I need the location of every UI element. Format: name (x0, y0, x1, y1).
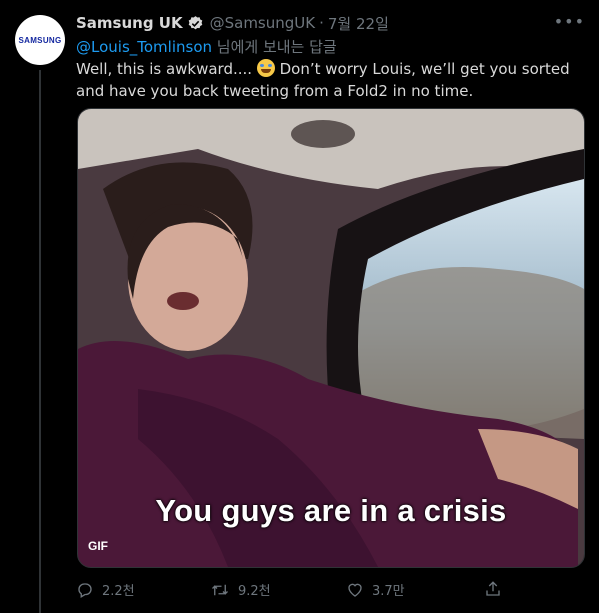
tweet-text-part1: Well, this is awkward.... (76, 60, 257, 78)
verified-badge-icon (187, 15, 204, 32)
reply-context: @Louis_Tomlinson 님에게 보내는 답글 (76, 36, 337, 57)
gif-caption: You guys are in a crisis (155, 493, 507, 528)
share-button[interactable] (484, 580, 510, 598)
avatar[interactable]: SAMSUNG (15, 15, 65, 65)
retweet-count: 9.2천 (238, 584, 271, 599)
reply-mention-link[interactable]: @Louis_Tomlinson (76, 38, 212, 56)
tears-of-joy-emoji-icon (256, 59, 275, 77)
tweet-header: Samsung UK @SamsungUK · 7월 22일 ••• (76, 12, 585, 34)
reply-button[interactable]: 2.2천 (76, 580, 135, 599)
tweet-date[interactable]: 7월 22일 (328, 13, 389, 34)
reply-suffix: 님에게 보내는 답글 (212, 38, 337, 56)
share-icon (486, 581, 500, 596)
gif-badge: GIF (88, 539, 108, 553)
reply-icon (78, 582, 92, 598)
avatar-logo-text: SAMSUNG (18, 35, 62, 45)
like-button[interactable]: 3.7만 (346, 580, 405, 599)
retweet-button[interactable]: 9.2천 (210, 580, 271, 599)
retweet-icon (212, 584, 228, 595)
author-handle[interactable]: @SamsungUK (210, 14, 316, 32)
separator: · (319, 14, 324, 32)
tweet-actions: 2.2천 9.2천 3.7만 (76, 580, 516, 600)
more-options-icon[interactable]: ••• (554, 12, 585, 31)
heart-icon (348, 583, 362, 597)
tweet-text: Well, this is awkward.... Don’t worry Lo… (76, 58, 591, 102)
thread-line (39, 70, 41, 613)
reply-count: 2.2천 (102, 584, 135, 599)
like-count: 3.7만 (372, 584, 405, 599)
author-name[interactable]: Samsung UK (76, 14, 183, 32)
gif-media[interactable]: You guys are in a crisis GIF (77, 108, 585, 568)
